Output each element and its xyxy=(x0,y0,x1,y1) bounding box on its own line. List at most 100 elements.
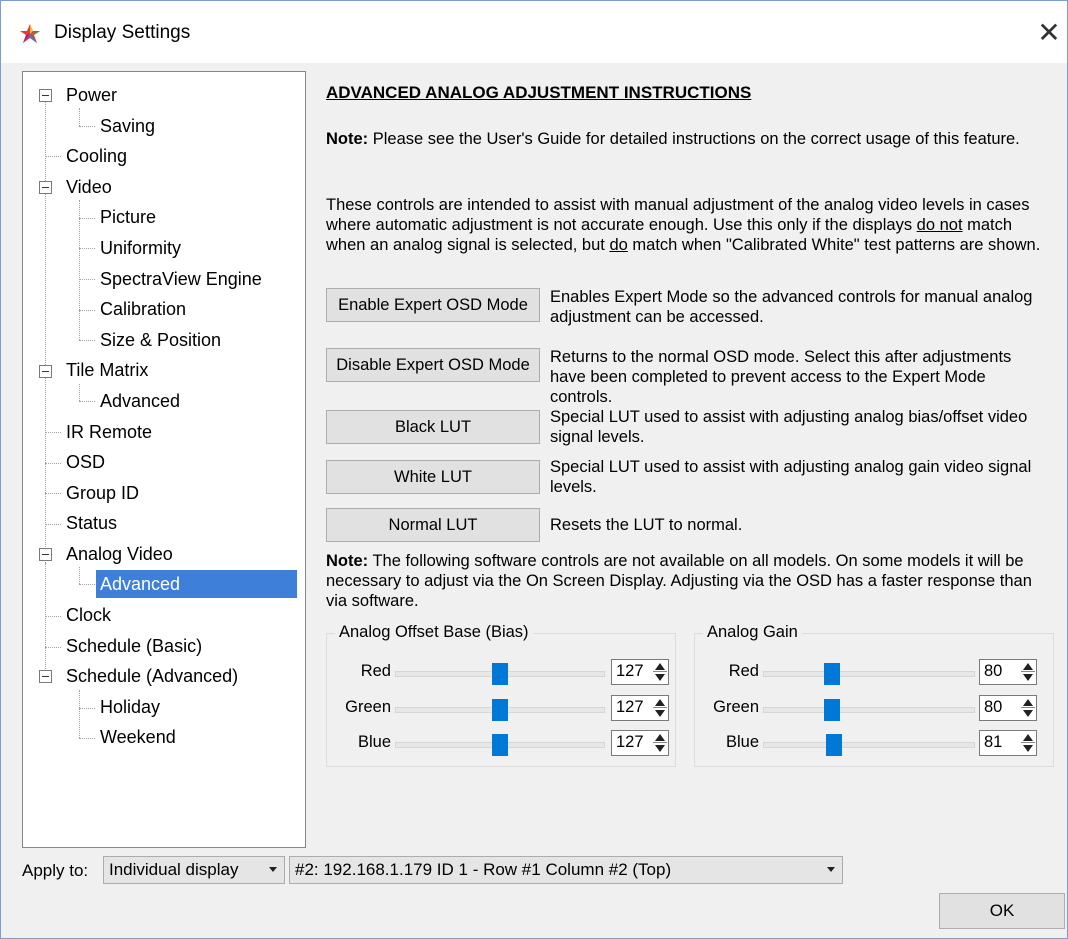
offset-blue-value[interactable]: 127 xyxy=(616,733,644,752)
software-note-text: The following software controls are not … xyxy=(326,552,1032,610)
offset-row-red: Red 127 xyxy=(327,658,675,688)
offset-blue-label: Blue xyxy=(357,733,391,751)
spin-down-icon[interactable] xyxy=(1023,710,1033,717)
spin-up-icon[interactable] xyxy=(655,734,665,741)
tree-item-power[interactable]: Power xyxy=(66,81,117,109)
slider-thumb[interactable] xyxy=(492,699,508,721)
close-icon[interactable]: ✕ xyxy=(1031,15,1067,51)
tree-item-holiday[interactable]: Holiday xyxy=(100,693,160,721)
spin-arrows-icon[interactable] xyxy=(653,697,667,719)
tree-item-spectraview-engine[interactable]: SpectraView Engine xyxy=(100,265,262,293)
tree-item-schedule-basic[interactable]: Schedule (Basic) xyxy=(66,632,202,660)
instructions-text-c: match when "Calibrated White" test patte… xyxy=(627,236,1041,254)
offset-red-spinbox[interactable]: 127 xyxy=(611,659,669,685)
tree-item-schedule-advanced[interactable]: Schedule (Advanced) xyxy=(66,662,238,690)
chevron-down-icon xyxy=(827,867,835,872)
spin-down-icon[interactable] xyxy=(1023,745,1033,752)
gain-blue-spinbox[interactable]: 81 xyxy=(979,730,1037,756)
collapse-icon[interactable] xyxy=(39,89,52,102)
spin-up-icon[interactable] xyxy=(655,663,665,670)
display-selector-value: #2: 192.168.1.179 ID 1 - Row #1 Column #… xyxy=(295,860,672,879)
tree-item-osd[interactable]: OSD xyxy=(66,448,105,476)
spin-up-icon[interactable] xyxy=(1023,699,1033,706)
software-note-label: Note: xyxy=(326,552,369,570)
tree-item-calibration[interactable]: Calibration xyxy=(100,295,186,323)
gain-green-value[interactable]: 80 xyxy=(984,698,1002,717)
spin-arrows-icon[interactable] xyxy=(653,732,667,754)
ok-button[interactable]: OK xyxy=(939,893,1065,929)
settings-tree[interactable]: Power Saving Cooling Video Picture Unifo… xyxy=(22,71,306,848)
slider-thumb[interactable] xyxy=(826,734,842,756)
gain-row-red: Red 80 xyxy=(695,658,1053,688)
tree-item-ir-remote[interactable]: IR Remote xyxy=(66,418,152,446)
display-selector-dropdown[interactable]: #2: 192.168.1.179 ID 1 - Row #1 Column #… xyxy=(289,856,843,884)
spin-down-icon[interactable] xyxy=(655,745,665,752)
spin-arrows-icon[interactable] xyxy=(653,661,667,683)
spin-down-icon[interactable] xyxy=(655,710,665,717)
gain-blue-value[interactable]: 81 xyxy=(984,733,1002,752)
gain-green-label: Green xyxy=(713,698,759,716)
gain-green-spinbox[interactable]: 80 xyxy=(979,695,1037,721)
spin-up-icon[interactable] xyxy=(1023,663,1033,670)
tree-item-uniformity[interactable]: Uniformity xyxy=(100,234,181,262)
spin-up-icon[interactable] xyxy=(655,699,665,706)
enable-expert-osd-button[interactable]: Enable Expert OSD Mode xyxy=(326,288,540,322)
offset-row-blue: Blue 127 xyxy=(327,729,675,759)
gain-red-spinbox[interactable]: 80 xyxy=(979,659,1037,685)
collapse-icon[interactable] xyxy=(39,670,52,683)
tree-item-picture[interactable]: Picture xyxy=(100,203,156,231)
spin-down-icon[interactable] xyxy=(655,674,665,681)
collapse-icon[interactable] xyxy=(39,365,52,378)
offset-green-value[interactable]: 127 xyxy=(616,698,644,717)
spin-down-icon[interactable] xyxy=(1023,674,1033,681)
spin-arrows-icon[interactable] xyxy=(1021,697,1035,719)
window-title: Display Settings xyxy=(54,22,191,43)
tree-item-weekend[interactable]: Weekend xyxy=(100,723,176,751)
offset-red-value[interactable]: 127 xyxy=(616,662,644,681)
offset-row-green: Green 127 xyxy=(327,694,675,724)
tree-item-video[interactable]: Video xyxy=(66,173,112,201)
gain-blue-label: Blue xyxy=(725,733,759,751)
software-note-paragraph: Note: The following software controls ar… xyxy=(326,551,1046,611)
spin-up-icon[interactable] xyxy=(1023,734,1033,741)
gain-blue-slider[interactable] xyxy=(763,734,975,756)
disable-expert-osd-button[interactable]: Disable Expert OSD Mode xyxy=(326,348,540,382)
normal-lut-button[interactable]: Normal LUT xyxy=(326,508,540,542)
offset-green-slider[interactable] xyxy=(395,699,605,721)
tree-item-size-position[interactable]: Size & Position xyxy=(100,326,221,354)
tree-item-status[interactable]: Status xyxy=(66,509,117,537)
white-lut-button[interactable]: White LUT xyxy=(326,460,540,494)
offset-blue-slider[interactable] xyxy=(395,734,605,756)
tree-item-cooling[interactable]: Cooling xyxy=(66,142,127,170)
chevron-down-icon xyxy=(269,867,277,872)
tree-item-analog-video[interactable]: Analog Video xyxy=(66,540,173,568)
slider-thumb[interactable] xyxy=(824,699,840,721)
enable-expert-osd-description: Enables Expert Mode so the advanced cont… xyxy=(550,288,1033,326)
offset-red-slider[interactable] xyxy=(395,663,605,685)
spin-arrows-icon[interactable] xyxy=(1021,732,1035,754)
apply-to-dropdown[interactable]: Individual display xyxy=(103,856,285,884)
white-lut-description: Special LUT used to assist with adjustin… xyxy=(550,458,1032,496)
note-paragraph: Note: Please see the User's Guide for de… xyxy=(326,129,1046,149)
tree-item-group-id[interactable]: Group ID xyxy=(66,479,139,507)
offset-blue-spinbox[interactable]: 127 xyxy=(611,730,669,756)
slider-thumb[interactable] xyxy=(824,663,840,685)
tree-item-tile-advanced[interactable]: Advanced xyxy=(100,387,180,415)
tree-item-tile-matrix[interactable]: Tile Matrix xyxy=(66,356,148,384)
tree-item-saving[interactable]: Saving xyxy=(100,112,155,140)
tree-item-clock[interactable]: Clock xyxy=(66,601,111,629)
collapse-icon[interactable] xyxy=(39,548,52,561)
gain-green-slider[interactable] xyxy=(763,699,975,721)
note-text: Please see the User's Guide for detailed… xyxy=(368,130,1020,148)
gain-red-value[interactable]: 80 xyxy=(984,662,1002,681)
black-lut-button[interactable]: Black LUT xyxy=(326,410,540,444)
tree-item-analog-advanced[interactable]: Advanced xyxy=(96,570,297,598)
instructions-emphasis-do-not: do not xyxy=(916,216,963,234)
spin-arrows-icon[interactable] xyxy=(1021,661,1035,683)
collapse-icon[interactable] xyxy=(39,181,52,194)
page-title: ADVANCED ANALOG ADJUSTMENT INSTRUCTIONS xyxy=(326,83,752,102)
gain-red-slider[interactable] xyxy=(763,663,975,685)
slider-thumb[interactable] xyxy=(492,734,508,756)
slider-thumb[interactable] xyxy=(492,663,508,685)
offset-green-spinbox[interactable]: 127 xyxy=(611,695,669,721)
